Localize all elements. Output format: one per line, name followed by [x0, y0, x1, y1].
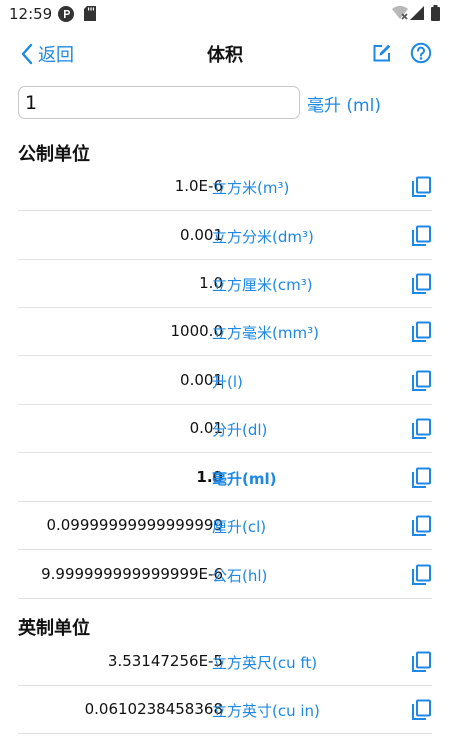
unit-row[interactable]: 1000.0 立方毫米(mm³): [18, 308, 432, 356]
row-unit: 公石(hl): [212, 567, 268, 585]
row-value: 0.09999999999999999: [46, 516, 223, 534]
copy-icon[interactable]: [411, 321, 432, 343]
edit-icon[interactable]: [371, 42, 393, 64]
copy-icon[interactable]: [411, 418, 432, 440]
row-unit: 分升(dl): [212, 421, 268, 439]
row-value: 0.0610238458368: [84, 700, 223, 718]
row-unit: 立方米(m³): [212, 179, 290, 197]
unit-row[interactable]: 1.0E-6 立方米(m³): [18, 163, 432, 211]
back-label: 返回: [38, 45, 74, 66]
wifi-icon: [392, 6, 408, 20]
row-value: 3.53147256E-5: [107, 652, 223, 670]
unit-row[interactable]: 0.0610238458368 立方英寸(cu in): [18, 686, 432, 734]
copy-icon[interactable]: [411, 699, 432, 721]
sd-card-icon: [84, 6, 96, 21]
status-bar: 12:59: [0, 0, 450, 28]
unit-row[interactable]: 0.001 升(l): [18, 357, 432, 405]
unit-row[interactable]: 0.001 立方分米(dm³): [18, 212, 432, 260]
copy-icon[interactable]: [411, 370, 432, 392]
row-unit: 立方分米(dm³): [212, 228, 314, 246]
chevron-left-icon: [21, 43, 33, 65]
back-button[interactable]: 返回: [20, 40, 74, 68]
row-unit: 立方厘米(cm³): [212, 276, 313, 294]
unit-row[interactable]: 0.01 分升(dl): [18, 405, 432, 453]
input-row: 毫升 (ml): [0, 86, 450, 120]
app-notification-icon: [58, 6, 74, 22]
top-app-bar: 返回 体积: [0, 34, 450, 74]
unit-row[interactable]: 0.09999999999999999 厘升(cl): [18, 502, 432, 550]
status-time: 12:59: [9, 5, 53, 23]
input-unit-selector[interactable]: 毫升 (ml): [307, 91, 381, 116]
copy-icon[interactable]: [411, 467, 432, 489]
copy-icon[interactable]: [411, 651, 432, 673]
unit-row-selected[interactable]: 1.0 毫升(ml): [18, 454, 432, 502]
copy-icon[interactable]: [411, 515, 432, 537]
unit-row[interactable]: 9.999999999999999E-6 公石(hl): [18, 551, 432, 599]
row-unit: 立方英尺(cu ft): [212, 654, 318, 672]
row-unit: 升(l): [212, 373, 243, 391]
help-icon[interactable]: [410, 42, 432, 64]
row-unit: 厘升(cl): [212, 518, 267, 536]
section-header-imperial: 英制单位: [18, 618, 90, 639]
unit-row[interactable]: 3.53147256E-5 立方英尺(cu ft): [18, 638, 432, 686]
value-input[interactable]: [18, 86, 300, 119]
copy-icon[interactable]: [411, 273, 432, 295]
copy-icon[interactable]: [411, 564, 432, 586]
copy-icon[interactable]: [411, 176, 432, 198]
row-unit: 立方毫米(mm³): [212, 324, 319, 342]
row-unit: 立方英寸(cu in): [212, 702, 320, 720]
signal-icon: [410, 6, 424, 20]
row-value: 9.999999999999999E-6: [41, 565, 223, 583]
unit-row[interactable]: 1.0 立方厘米(cm³): [18, 260, 432, 308]
battery-icon: [431, 5, 440, 21]
copy-icon[interactable]: [411, 225, 432, 247]
row-unit: 毫升(ml): [212, 470, 277, 488]
